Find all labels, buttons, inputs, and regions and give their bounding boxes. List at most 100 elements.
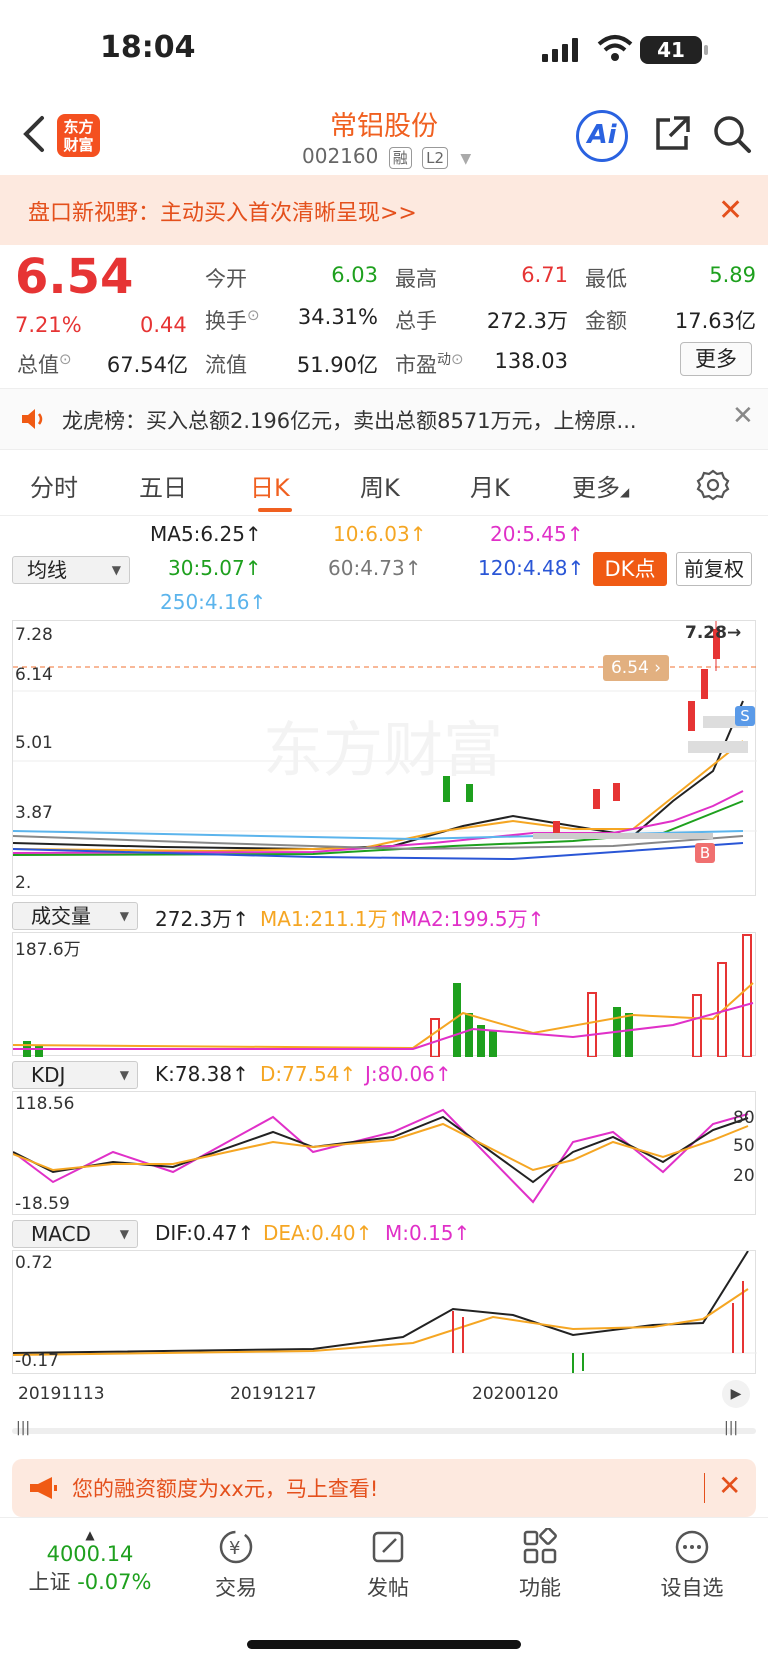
info-icon: ⊙ <box>59 350 72 368</box>
promo-banner[interactable]: 您的融资额度为xx元，马上查看! ✕ <box>12 1459 756 1517</box>
volume-canvas <box>13 934 754 1057</box>
tab-monthly-k[interactable]: 月K <box>470 468 510 503</box>
macd-dif: DIF:0.47↑ <box>155 1221 255 1245</box>
stock-code: 002160 <box>302 144 379 168</box>
volume-select[interactable]: 成交量 ▼ <box>12 902 138 930</box>
high-marker: 7.28→ <box>685 623 742 643</box>
date-label: 20191113 <box>18 1384 105 1404</box>
macd-top-label: 0.72 <box>15 1253 53 1273</box>
trade-icon: ¥ <box>219 1530 253 1564</box>
info-icon: ⊙ <box>451 350 464 368</box>
stock-code-row[interactable]: 002160 融 L2 ▼ <box>302 144 471 169</box>
macd-dea: DEA:0.40↑ <box>263 1221 373 1245</box>
ma120-label: 120:4.48↑ <box>478 556 585 580</box>
share-icon[interactable] <box>652 114 692 154</box>
ma60-label: 60:4.73↑ <box>328 556 422 580</box>
low-value: 5.89 <box>709 263 756 287</box>
float-value: 51.90亿 <box>296 353 378 377</box>
ai-button[interactable]: Ai <box>576 110 628 162</box>
nav-trade[interactable]: ¥ 交易 <box>186 1528 286 1602</box>
close-icon[interactable]: ✕ <box>732 401 754 431</box>
turnover-label: 换手⊙ <box>205 306 260 333</box>
change-percent: 7.21% <box>15 313 82 337</box>
tab-weekly-k[interactable]: 周K <box>360 468 400 503</box>
scroll-handle-left[interactable]: ||| <box>16 1420 30 1436</box>
ma20-label: 20:5.45↑ <box>490 522 584 546</box>
grid-icon <box>523 1528 557 1564</box>
play-icon[interactable]: ▶ <box>722 1380 750 1408</box>
macd-select[interactable]: MACD ▼ <box>12 1220 138 1248</box>
nav-post[interactable]: 发帖 <box>338 1528 438 1602</box>
settings-icon[interactable] <box>696 468 730 502</box>
volume-value: 272.3万 <box>486 309 568 333</box>
index-quote[interactable]: ▲ 4000.14 上证 -0.07% <box>20 1528 160 1596</box>
home-indicator <box>247 1640 521 1649</box>
info-icon: ⊙ <box>247 306 260 324</box>
chevron-down-icon: ▼ <box>460 151 472 167</box>
volume-chart[interactable]: 187.6万 <box>12 932 756 1057</box>
ma-select[interactable]: 均线 ▼ <box>12 556 130 584</box>
volume-max-label: 187.6万 <box>15 940 81 960</box>
turnover-value: 34.31% <box>297 305 378 329</box>
y-axis-label: 3.87 <box>15 803 53 823</box>
l2-tag: L2 <box>422 147 448 169</box>
close-icon[interactable]: ✕ <box>718 193 743 228</box>
macd-bottom-label: -0.17 <box>15 1351 59 1371</box>
megaphone-icon <box>30 1477 57 1499</box>
stock-header: 东方 财富 常铝股份 002160 融 L2 ▼ Ai <box>0 100 768 175</box>
more-dots-icon <box>675 1530 709 1564</box>
y-axis-label: 5.01 <box>15 733 53 753</box>
tab-daily-k[interactable]: 日K <box>250 468 290 503</box>
scroll-handle-right[interactable]: ||| <box>724 1420 738 1436</box>
tab-intraday[interactable]: 分时 <box>30 468 78 503</box>
kdj-select[interactable]: KDJ ▼ <box>12 1061 138 1089</box>
kdj-chart[interactable]: 118.56 -18.59 80 50 20 <box>12 1091 756 1215</box>
dragon-tiger-notice[interactable]: 龙虎榜：买入总额2.196亿元，卖出总额8571万元，上榜原... ✕ <box>0 388 768 450</box>
active-tab-indicator <box>258 508 292 512</box>
amount-label: 金额 <box>585 309 627 333</box>
adjust-button[interactable]: 前复权 <box>676 552 752 586</box>
dk-point-button[interactable]: DK点 <box>593 552 667 586</box>
tab-five-day[interactable]: 五日 <box>139 468 187 503</box>
macd-chart[interactable]: 0.72 -0.17 <box>12 1250 757 1374</box>
more-button[interactable]: 更多 <box>680 342 752 376</box>
battery-icon: 41 <box>640 36 702 64</box>
high-label: 最高 <box>395 267 437 291</box>
quote-panel: 6.54 7.21% 0.44 今开 6.03 最高 6.71 最低 5.89 … <box>0 245 768 385</box>
mktcap-value: 67.54亿 <box>106 353 188 377</box>
current-price: 6.54 <box>15 249 134 305</box>
promo-text: 您的融资额度为xx元，马上查看! <box>72 1477 379 1501</box>
price-tag[interactable]: 6.54 › <box>603 655 669 681</box>
tab-more[interactable]: 更多◢ <box>572 468 629 503</box>
float-label: 流值 <box>205 353 247 377</box>
low-label: 最低 <box>585 267 627 291</box>
kdj-level-label: 80 <box>733 1108 755 1128</box>
nav-watchlist[interactable]: 设自选 <box>642 1528 742 1602</box>
kdj-level-label: 20 <box>733 1166 755 1186</box>
macd-canvas <box>13 1251 757 1373</box>
kline-chart[interactable]: 东方财富 7.28 6.14 5.01 3.87 2. 7.28→ 6.54 ›… <box>12 620 757 896</box>
search-icon[interactable] <box>712 114 752 154</box>
kdj-level-label: 50 <box>733 1136 755 1156</box>
y-axis-label: 7.28 <box>15 625 53 645</box>
period-tabs: 分时 五日 日K 周K 月K 更多◢ <box>0 458 768 516</box>
volume-label: 总手 <box>395 309 437 333</box>
amount-value: 17.63亿 <box>674 309 756 333</box>
volume-value: 272.3万↑ <box>155 907 250 931</box>
high-value: 6.71 <box>521 263 568 287</box>
chart-scrollbar[interactable]: ||| ||| <box>12 1420 756 1440</box>
signal-icon <box>542 38 578 62</box>
nav-function[interactable]: 功能 <box>490 1528 590 1602</box>
mktcap-label: 总值⊙ <box>17 350 72 377</box>
close-icon[interactable]: ✕ <box>718 1469 741 1502</box>
margin-tag: 融 <box>388 147 412 169</box>
macd-m: M:0.15↑ <box>385 1221 471 1245</box>
open-value: 6.03 <box>331 263 378 287</box>
volume-ma2: MA2:199.5万↑ <box>400 907 545 931</box>
buy-marker[interactable]: B <box>695 843 715 863</box>
sell-marker[interactable]: S <box>735 706 755 726</box>
feature-banner[interactable]: 盘口新视野：主动买入首次清晰呈现>> ✕ <box>0 175 768 245</box>
banner-text: 盘口新视野：主动买入首次清晰呈现>> <box>28 201 417 226</box>
kdj-d: D:77.54↑ <box>260 1062 357 1086</box>
speaker-icon <box>22 409 43 429</box>
